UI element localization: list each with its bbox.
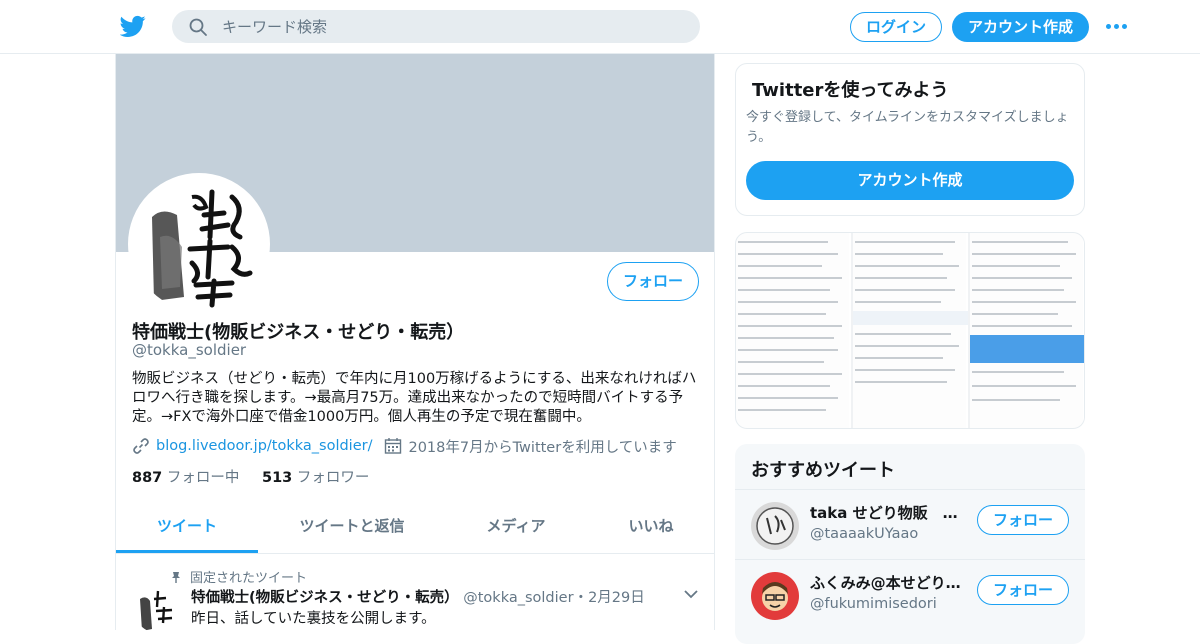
media-thumbnail[interactable] xyxy=(853,233,968,428)
tweet-text: 昨日、話していた裏技を公開します。 xyxy=(191,611,436,627)
tweet-avatar-image xyxy=(134,585,182,633)
follow-button[interactable]: フォロー xyxy=(607,262,699,301)
following-count: 887 xyxy=(132,470,163,486)
chevron-down-icon[interactable] xyxy=(684,589,698,599)
profile-column: フォロー 特価戦士(物販ビジネス・せどり・転売） @tokka_soldier … xyxy=(115,54,715,633)
followers-count: 513 xyxy=(262,470,293,486)
profile-bio: 物販ビジネス（せどり・転売）で年内に月100万稼げるようにする、出来なれければハ… xyxy=(132,371,697,425)
avatar-calligraphy-image xyxy=(132,177,266,311)
tab-likes[interactable]: いいね xyxy=(594,503,708,553)
signup-card-title: Twitterを使ってみよう xyxy=(752,80,949,101)
media-thumbnail[interactable] xyxy=(970,233,1084,428)
search-input[interactable] xyxy=(222,10,682,43)
following-link[interactable]: 887 フォロー中 xyxy=(132,470,239,486)
tweet-author-handle[interactable]: @tokka_soldier xyxy=(463,590,573,606)
recommended-user-name[interactable]: taka せどり物販 飲食店経営 xyxy=(810,502,965,523)
pinned-indicator: 固定されたツイート xyxy=(170,567,307,586)
more-options-icon[interactable] xyxy=(1106,18,1130,34)
recommended-user-handle[interactable]: @fukumimisedori xyxy=(810,596,937,612)
pinned-tweet[interactable]: 固定されたツイート 特価戦士(物販ビジネス・せどり・転売） @tokka_sol… xyxy=(116,555,714,635)
tweet-separator: ・ xyxy=(573,590,589,606)
recommended-follow-button[interactable]: フォロー xyxy=(977,575,1069,605)
recommended-tweets-card: おすすめツイート taka せどり物販 飲食店経営 @taaaakUYaao フ… xyxy=(735,444,1085,644)
profile-tabs: ツイート ツイートと返信 メディア いいね xyxy=(116,503,714,554)
signup-button[interactable]: アカウント作成 xyxy=(952,12,1089,42)
search-box[interactable] xyxy=(172,10,700,43)
signup-card-description: 今すぐ登録して、タイムラインをカスタマイズしましょう。 xyxy=(746,110,1069,145)
recommended-title: おすすめツイート xyxy=(751,460,895,481)
tweet-header: 特価戦士(物販ビジネス・せどり・転売） @tokka_soldier・2月29日 xyxy=(191,586,645,607)
tab-tweets[interactable]: ツイート xyxy=(116,503,258,553)
tweet-date[interactable]: 2月29日 xyxy=(588,590,645,606)
tweet-author-avatar[interactable] xyxy=(134,585,182,633)
media-thumbnail[interactable] xyxy=(736,233,851,428)
following-label: フォロー中 xyxy=(166,470,240,486)
link-icon xyxy=(133,438,149,454)
signup-card: Twitterを使ってみよう 今すぐ登録して、タイムラインをカスタマイズしましょ… xyxy=(735,63,1085,216)
followers-label: フォロワー xyxy=(296,470,370,486)
tweet-author-name[interactable]: 特価戦士(物販ビジネス・せどり・転売） xyxy=(191,590,459,606)
signup-card-button[interactable]: アカウント作成 xyxy=(746,161,1074,200)
recommended-user-avatar[interactable] xyxy=(751,502,799,550)
pinned-label: 固定されたツイート xyxy=(190,571,308,586)
profile-avatar[interactable] xyxy=(128,173,270,315)
avatar-image xyxy=(751,572,799,620)
top-navigation-bar: ログイン アカウント作成 xyxy=(0,0,1200,54)
login-button[interactable]: ログイン xyxy=(850,12,942,42)
calendar-icon xyxy=(385,438,402,454)
recommended-user[interactable]: taka せどり物販 飲食店経営 @taaaakUYaao フォロー xyxy=(735,489,1085,559)
recommended-user[interactable]: ふくみみ@本せどり専門 @fukumimisedori フォロー xyxy=(735,559,1085,629)
pin-icon xyxy=(172,572,180,583)
media-preview-grid[interactable] xyxy=(735,232,1085,429)
tab-media[interactable]: メディア xyxy=(446,503,586,553)
profile-handle[interactable]: @tokka_soldier xyxy=(132,341,246,359)
tab-tweets-and-replies[interactable]: ツイートと返信 xyxy=(266,503,438,553)
follow-counts: 887 フォロー中 513 フォロワー xyxy=(132,466,369,487)
followers-link[interactable]: 513 フォロワー xyxy=(262,470,369,486)
recommended-user-handle[interactable]: @taaaakUYaao xyxy=(810,526,918,542)
profile-website-link[interactable]: blog.livedoor.jp/tokka_soldier/ xyxy=(156,438,372,454)
avatar-image xyxy=(751,502,799,550)
recommended-follow-button[interactable]: フォロー xyxy=(977,505,1069,535)
recommended-user-avatar[interactable] xyxy=(751,572,799,620)
recommended-user-name[interactable]: ふくみみ@本せどり専門 xyxy=(810,572,965,593)
search-icon xyxy=(189,18,207,36)
joined-date: 2018年7月からTwitterを利用しています xyxy=(408,439,677,456)
profile-meta: blog.livedoor.jp/tokka_soldier/ 2018年7月か… xyxy=(132,436,677,456)
twitter-bird-icon[interactable] xyxy=(120,13,146,39)
